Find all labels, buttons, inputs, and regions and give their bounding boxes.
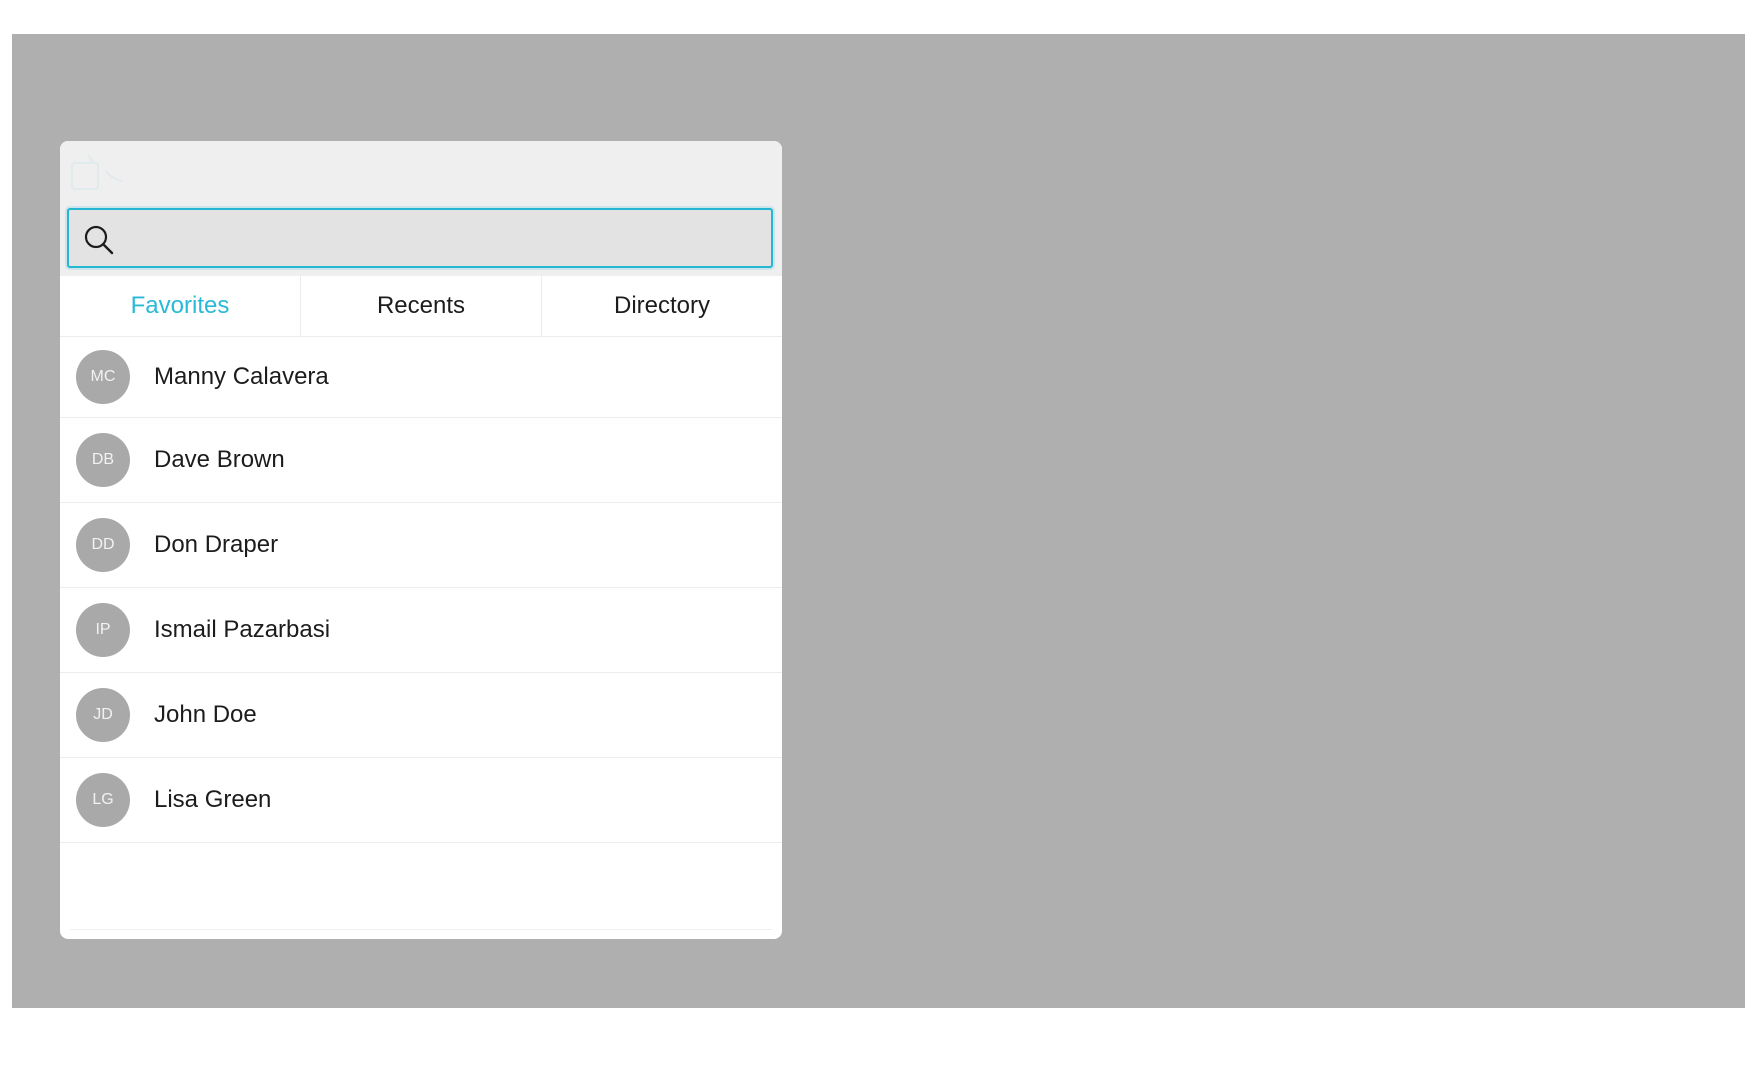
call-panel: Favorites Recents Directory MC Manny Cal… <box>60 141 782 939</box>
search-icon <box>84 225 114 255</box>
contact-row-lisa-green[interactable]: LG Lisa Green <box>60 758 782 843</box>
tab-favorites[interactable]: Favorites <box>60 276 301 336</box>
tab-recents[interactable]: Recents <box>301 276 542 336</box>
contact-row-ismail-pazarbasi[interactable]: IP Ismail Pazarbasi <box>60 588 782 673</box>
tab-bar: Favorites Recents Directory <box>60 276 782 337</box>
contact-name: Don Draper <box>154 531 279 558</box>
avatar: JD <box>76 688 130 742</box>
contact-row-john-doe[interactable]: JD John Doe <box>60 673 782 758</box>
avatar: LG <box>76 773 130 827</box>
panel-header <box>60 141 782 276</box>
avatar: DB <box>76 433 130 487</box>
contact-row-don-draper[interactable]: DD Don Draper <box>60 503 782 588</box>
contact-name: Dave Brown <box>154 446 285 473</box>
contact-list: MC Manny Calavera DB Dave Brown DD Don D… <box>60 337 782 843</box>
search-input[interactable] <box>127 210 761 268</box>
contact-name: Lisa Green <box>154 786 272 813</box>
tab-directory[interactable]: Directory <box>542 276 782 336</box>
avatar: MC <box>76 350 130 404</box>
contact-name: John Doe <box>154 701 257 728</box>
divider <box>70 929 772 930</box>
contact-name: Ismail Pazarbasi <box>154 616 331 643</box>
contact-row-dave-brown[interactable]: DB Dave Brown <box>60 418 782 503</box>
screen-backdrop: Favorites Recents Directory MC Manny Cal… <box>12 34 1745 1008</box>
call-icon <box>71 154 123 190</box>
avatar: DD <box>76 518 130 572</box>
avatar: IP <box>76 603 130 657</box>
contact-row-manny-calavera[interactable]: MC Manny Calavera <box>60 337 782 418</box>
contact-name: Manny Calavera <box>154 363 329 390</box>
search-box[interactable] <box>67 208 773 268</box>
